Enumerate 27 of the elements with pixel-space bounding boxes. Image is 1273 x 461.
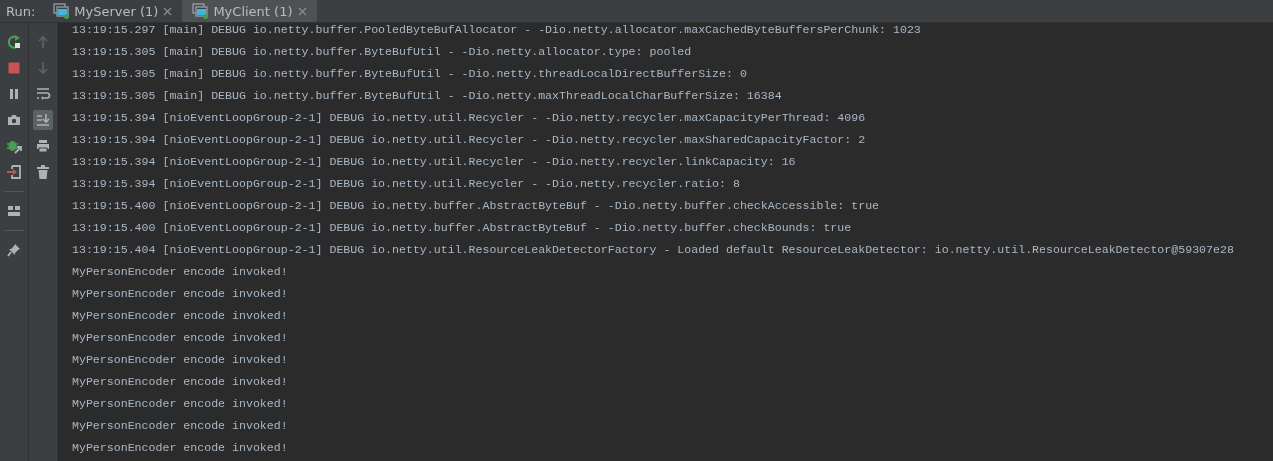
console-line: 13:19:15.394 [nioEventLoopGroup-2-1] DEBUG io.netty.util.Recycler - -Dio.netty.recycler.ratio: 8: [72, 176, 741, 192]
console-line: MyPersonEncoder encode invoked!: [72, 264, 289, 280]
console-line: MyPersonEncoder encode invoked!: [72, 330, 289, 346]
run-tab[interactable]: MyClient (1): [182, 0, 317, 22]
window-icon: [53, 3, 70, 19]
exit-icon[interactable]: [4, 162, 24, 182]
console-line: MyPersonEncoder encode invoked!: [72, 286, 289, 302]
console-line: 13:19:15.305 [main] DEBUG io.netty.buffer.ByteBufUtil - -Dio.netty.threadLocalDirectBufferSize: 0: [72, 66, 748, 82]
console-line: MyPersonEncoder encode invoked!: [72, 352, 289, 368]
run-label: Run:: [5, 2, 37, 21]
console-line: 13:19:15.394 [nioEventLoopGroup-2-1] DEBUG io.netty.util.Recycler - -Dio.netty.recycler.linkCapacity: 16: [72, 154, 797, 170]
close-icon[interactable]: [163, 6, 173, 16]
console-line: 13:19:15.305 [main] DEBUG io.netty.buffer.ByteBufUtil - -Dio.netty.allocator.type: pooled: [72, 44, 693, 60]
console-line: 13:19:15.394 [nioEventLoopGroup-2-1] DEBUG io.netty.util.Recycler - -Dio.netty.recycler.maxCapacityPerThread: 4096: [72, 110, 867, 126]
console-line: 13:19:15.404 [nioEventLoopGroup-2-1] DEBUG io.netty.util.ResourceLeakDetectorFactory - Loaded default ResourceLeakDetector: io.netty.util.ResourceLeakDetector@59307e28: [72, 242, 1235, 258]
window-icon: [192, 3, 209, 19]
console-line: 13:19:15.297 [main] DEBUG io.netty.buffer.PooledByteBufAllocator - -Dio.netty.allocator.maxCachedByteBuffersPerChunk: 1023: [72, 22, 922, 38]
console-line: MyPersonEncoder encode invoked!: [72, 396, 289, 412]
console-line: MyPersonEncoder encode invoked!: [72, 418, 289, 434]
console-line: 13:19:15.400 [nioEventLoopGroup-2-1] DEBUG io.netty.buffer.AbstractByteBuf - -Dio.netty.buffer.checkBounds: true: [72, 220, 853, 236]
console-line: 13:19:15.400 [nioEventLoopGroup-2-1] DEBUG io.netty.buffer.AbstractByteBuf - -Dio.netty.buffer.checkAccessible: true: [72, 198, 881, 214]
console-line: MyPersonEncoder encode invoked!: [72, 374, 289, 390]
scroll-to-end-icon[interactable]: [33, 110, 53, 130]
console-line: MyPersonEncoder encode invoked!: [72, 308, 289, 324]
console-line: 13:19:15.305 [main] DEBUG io.netty.buffer.ByteBufUtil - -Dio.netty.maxThreadLocalCharBufferSize: 16384: [72, 88, 783, 104]
console-line: 13:19:15.394 [nioEventLoopGroup-2-1] DEBUG io.netty.util.Recycler - -Dio.netty.recycler.maxSharedCapacityFactor: 2: [72, 132, 867, 148]
console-line: MyPersonEncoder encode invoked!: [72, 440, 289, 456]
